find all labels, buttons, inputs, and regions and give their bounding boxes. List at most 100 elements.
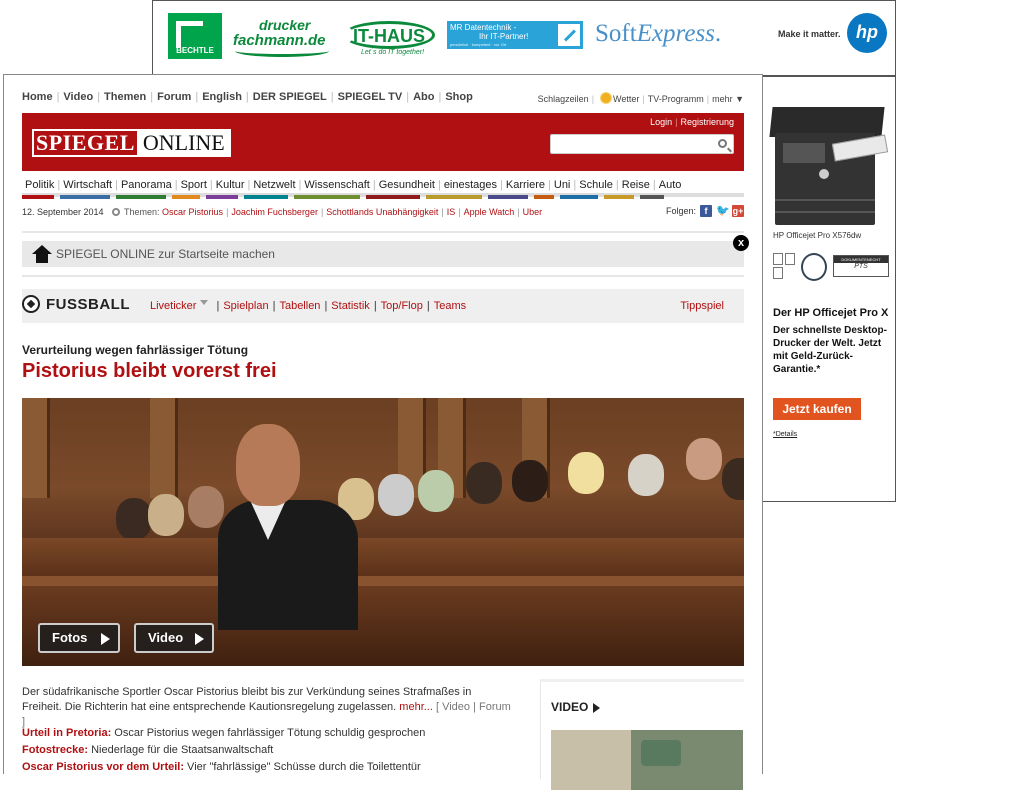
bench: [22, 586, 744, 666]
it-haus-logo[interactable]: IT-HAUS Let´s do IT together!: [343, 15, 435, 59]
themen-link[interactable]: Schottlands Unabhängigkeit: [326, 207, 438, 217]
category-item[interactable]: Netzwelt: [250, 179, 298, 191]
hp-text: hp: [856, 22, 878, 42]
startseite-bar[interactable]: SPIEGEL ONLINE zur Startseite machen x: [22, 235, 749, 267]
divider: [22, 275, 744, 277]
top-nav-item[interactable]: Themen: [104, 91, 146, 103]
schlagzeilen-link[interactable]: Schlagzeilen: [538, 94, 589, 104]
sidebar-printer-ad[interactable]: HP Officejet Pro X576dw DOKUMENTENECHT PT…: [762, 76, 896, 502]
wetter-link[interactable]: Wetter: [613, 94, 639, 104]
top-nav-item[interactable]: DER SPIEGEL: [253, 91, 327, 103]
themen-link[interactable]: Oscar Pistorius: [162, 207, 223, 217]
category-color-bar: [206, 195, 238, 199]
druckerfachmann-logo[interactable]: drucker fachmann.de: [231, 15, 331, 57]
category-item[interactable]: Reise: [619, 179, 653, 191]
category-items: Politik | Wirtschaft | Panorama | Sport | Kultur…: [22, 179, 684, 191]
category-item[interactable]: Uni: [551, 179, 574, 191]
folgen-label: Folgen:: [665, 206, 696, 216]
meta-row: 12. September 2014 Themen: Oscar Pistori…: [22, 205, 744, 221]
close-button[interactable]: x: [733, 235, 749, 251]
bechtle-logo[interactable]: BECHTLE: [168, 13, 222, 59]
fussball-link[interactable]: Statistik: [331, 300, 370, 312]
spectator-head: [148, 494, 184, 536]
themen-label: Themen:: [124, 207, 160, 217]
related-item[interactable]: Oscar Pistorius vor dem Urteil: Vier "fa…: [22, 761, 522, 773]
top-nav-item[interactable]: Abo: [413, 91, 434, 103]
top-nav-item[interactable]: English: [202, 91, 242, 103]
article-headline[interactable]: Pistorius bleibt vorerst frei: [22, 360, 277, 383]
startseite-label[interactable]: SPIEGEL ONLINE zur Startseite machen: [56, 247, 275, 261]
tv-programm-link[interactable]: TV-Programm: [648, 94, 704, 104]
mehr-menu[interactable]: mehr ▼: [712, 94, 744, 104]
themen-link[interactable]: IS: [447, 207, 456, 217]
facebook-icon[interactable]: f: [700, 205, 712, 217]
nav-separator: |: [438, 91, 442, 103]
category-item[interactable]: Gesundheit: [376, 179, 438, 191]
top-nav-item[interactable]: Home: [22, 91, 53, 103]
category-item[interactable]: Auto: [656, 179, 685, 191]
top-nav-item[interactable]: Forum: [157, 91, 191, 103]
video-button[interactable]: Video: [134, 623, 214, 653]
category-item[interactable]: Schule: [576, 179, 616, 191]
softexpress-logo[interactable]: SoftExpress.: [595, 20, 721, 48]
top-nav-item[interactable]: Video: [63, 91, 93, 103]
category-item[interactable]: Sport: [178, 179, 210, 191]
related-label[interactable]: Urteil in Pretoria:: [22, 727, 111, 739]
spiegel-online-logo[interactable]: SPIEGEL ONLINE: [32, 129, 231, 157]
related-label[interactable]: Oscar Pistorius vor dem Urteil:: [22, 761, 184, 773]
fussball-title[interactable]: FUSSBALL: [46, 296, 130, 313]
video-section: VIDEO: [540, 679, 744, 790]
login-link[interactable]: Login: [650, 117, 672, 127]
top-nav-item[interactable]: Shop: [445, 91, 473, 103]
mr-datentechnik-logo[interactable]: MR Datentechnik - Ihr IT-Partner! persön…: [447, 21, 583, 49]
category-item[interactable]: Wirtschaft: [60, 179, 115, 191]
related-label[interactable]: Fotostrecke:: [22, 744, 88, 756]
top-nav-item[interactable]: SPIEGEL TV: [338, 91, 403, 103]
themen-link[interactable]: Apple Watch: [464, 207, 515, 217]
category-color-bar: [116, 195, 166, 199]
themen-separator: |: [441, 207, 444, 217]
soft-text: Soft: [595, 20, 637, 47]
spectator-head: [722, 458, 744, 500]
category-item[interactable]: Kultur: [213, 179, 248, 191]
fussball-link[interactable]: Liveticker: [150, 300, 196, 312]
fussball-link[interactable]: Top/Flop: [381, 300, 423, 312]
category-item[interactable]: Karriere: [503, 179, 548, 191]
video-section-title[interactable]: VIDEO: [551, 700, 588, 714]
more-link[interactable]: mehr...: [399, 701, 433, 713]
register-link[interactable]: Registrierung: [680, 117, 734, 127]
related-item[interactable]: Fotostrecke: Niederlage für die Staatsan…: [22, 744, 522, 756]
chevron-down-icon[interactable]: [200, 300, 209, 305]
category-item[interactable]: Panorama: [118, 179, 175, 191]
themen-separator: |: [517, 207, 520, 217]
top-navigation: Home | Video | Themen | Forum | English | DER SPIE…: [22, 91, 744, 107]
tippspiel-link[interactable]: Tippspiel: [680, 300, 724, 312]
twitter-icon[interactable]: 🐦: [716, 205, 730, 217]
jetzt-kaufen-button[interactable]: Jetzt kaufen: [773, 398, 861, 420]
themen-link[interactable]: Joachim Fuchsberger: [231, 207, 318, 217]
themen-link[interactable]: Uber: [523, 207, 543, 217]
details-link[interactable]: *Details: [773, 431, 797, 438]
search-input[interactable]: [550, 134, 734, 154]
category-item[interactable]: Wissenschaft: [301, 179, 372, 191]
search-icon[interactable]: [718, 139, 727, 148]
fussball-link[interactable]: Spielplan: [223, 300, 268, 312]
link-separator: |: [216, 300, 220, 312]
follow-links: Folgen: f 🐦 g+: [666, 205, 744, 217]
category-color-bar: [560, 195, 598, 199]
category-item[interactable]: Politik: [22, 179, 57, 191]
video-thumbnail[interactable]: [551, 730, 743, 790]
drucker-text: drucker: [259, 17, 311, 33]
related-item[interactable]: Urteil in Pretoria: Oscar Pistorius wege…: [22, 727, 522, 739]
category-item[interactable]: einestages: [441, 179, 500, 191]
link-separator: |: [324, 300, 328, 312]
fotos-button[interactable]: Fotos: [38, 623, 120, 653]
softexpress-dot: .: [714, 20, 722, 47]
hp-logo[interactable]: hp: [847, 13, 887, 53]
link-separator: |: [426, 300, 430, 312]
fussball-link[interactable]: Teams: [434, 300, 466, 312]
google-plus-icon[interactable]: g+: [732, 205, 744, 217]
fussball-link[interactable]: Tabellen: [279, 300, 320, 312]
top-banner-ad[interactable]: BECHTLE drucker fachmann.de IT-HAUS Let´…: [152, 0, 896, 76]
article-hero-image[interactable]: Fotos Video: [22, 398, 744, 666]
